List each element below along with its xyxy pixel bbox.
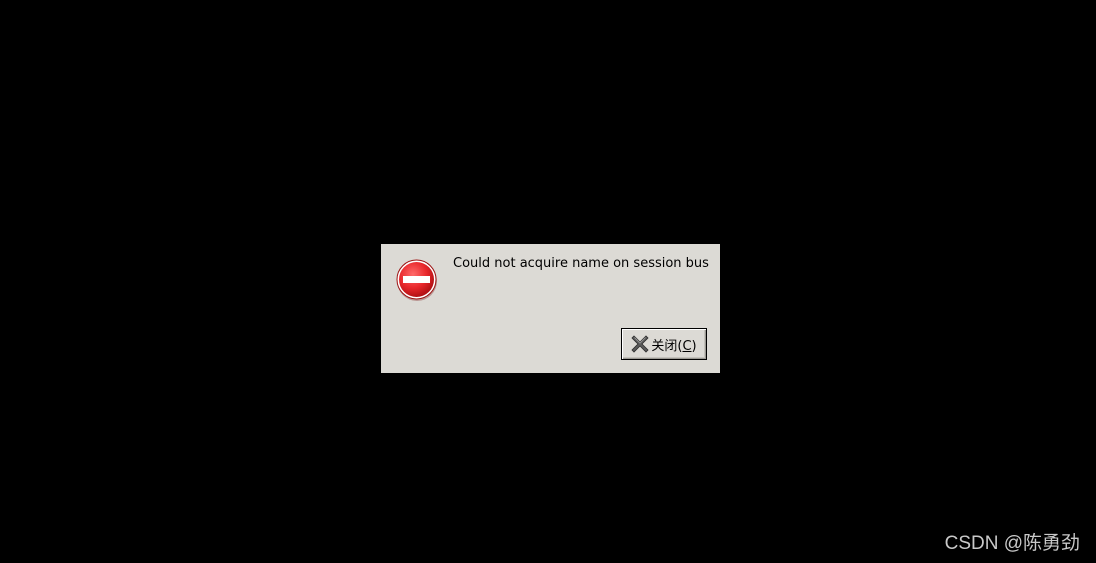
dialog-message: Could not acquire name on session bus — [453, 256, 709, 271]
close-button-label: 关闭(C) — [651, 335, 696, 354]
desktop: Could not acquire name on session bus 关闭… — [0, 0, 1096, 563]
close-label-end: ) — [691, 338, 697, 354]
close-x-icon — [631, 335, 649, 353]
close-button[interactable]: 关闭(C) — [621, 328, 707, 360]
error-stop-icon — [396, 259, 437, 301]
close-label-mnemonic: C — [682, 338, 692, 354]
error-dialog: Could not acquire name on session bus 关闭… — [381, 244, 720, 373]
watermark: CSDN @陈勇劲 — [944, 533, 1080, 554]
close-label-text: 关闭( — [651, 338, 683, 354]
